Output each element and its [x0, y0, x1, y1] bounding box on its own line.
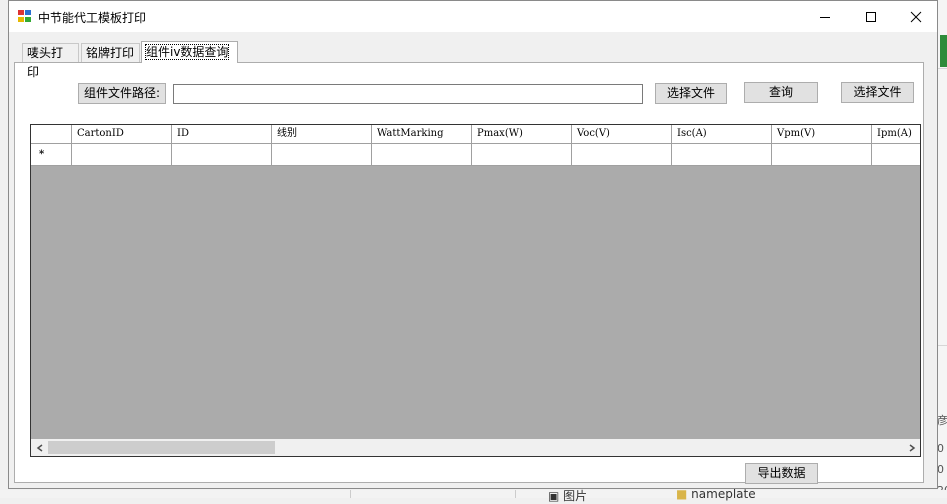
table-cell[interactable] — [172, 144, 272, 166]
column-header[interactable]: Vpm(V) — [772, 125, 872, 144]
scroll-right-button[interactable] — [903, 439, 920, 456]
grid-header: CartonID ID 线别 WattMarking Pmax(W) Voc(V… — [31, 125, 920, 144]
column-header[interactable]: Ipm(A) — [872, 125, 920, 144]
background-divider — [515, 490, 516, 498]
iv-data-grid[interactable]: CartonID ID 线别 WattMarking Pmax(W) Voc(V… — [30, 124, 921, 457]
row-header-corner — [31, 125, 72, 144]
file-path-input[interactable] — [173, 84, 643, 104]
app-icon — [18, 10, 32, 23]
background-folder-item: ■ nameplate — [676, 487, 756, 501]
column-header[interactable]: WattMarking — [372, 125, 472, 144]
horizontal-scrollbar[interactable] — [31, 439, 920, 456]
table-row-new[interactable]: * — [31, 144, 920, 166]
background-green-bar — [940, 35, 947, 67]
maximize-icon — [866, 11, 876, 22]
window-title: 中节能代工模板打印 — [38, 11, 147, 25]
export-data-button[interactable]: 导出数据 — [745, 463, 818, 484]
table-cell[interactable] — [572, 144, 672, 166]
column-header[interactable]: Isc(A) — [672, 125, 772, 144]
column-header[interactable]: 线别 — [272, 125, 372, 144]
query-button[interactable]: 查询 — [744, 82, 818, 103]
new-row-marker: * — [31, 144, 72, 166]
background-text: 彦 — [937, 414, 947, 427]
chevron-left-icon — [36, 443, 42, 452]
tab-shipping-mark[interactable]: 唛头打印 — [22, 43, 79, 79]
column-header[interactable]: ID — [172, 125, 272, 144]
table-cell[interactable] — [372, 144, 472, 166]
tab-label: 铭牌打印 — [86, 46, 135, 60]
scroll-thumb[interactable] — [48, 441, 275, 454]
background-text: 0 — [937, 463, 944, 476]
background-explorer-strip: ▣ 图片 ■ nameplate — [0, 487, 947, 503]
close-icon — [910, 11, 922, 22]
column-header[interactable]: Pmax(W) — [472, 125, 572, 144]
table-cell[interactable] — [72, 144, 172, 166]
tab-label: 组件iv数据查询 — [144, 44, 230, 60]
background-divider — [938, 345, 947, 346]
background-divider — [938, 68, 947, 69]
background-text: 0 — [937, 442, 944, 455]
maximize-button[interactable] — [848, 1, 894, 32]
title-bar[interactable]: 中节能代工模板打印 — [9, 1, 937, 32]
tab-nameplate[interactable]: 铭牌打印 — [81, 43, 140, 62]
column-header[interactable]: Voc(V) — [572, 125, 672, 144]
minimize-icon — [820, 16, 830, 18]
table-cell[interactable] — [872, 144, 920, 166]
path-label: 组件文件路径: — [78, 83, 166, 104]
background-divider — [350, 490, 351, 498]
table-cell[interactable] — [272, 144, 372, 166]
table-cell[interactable] — [672, 144, 772, 166]
close-button[interactable] — [893, 1, 939, 32]
background-folder-item: ▣ 图片 — [548, 489, 588, 503]
choose-file-button-2[interactable]: 选择文件 — [841, 82, 914, 103]
table-cell[interactable] — [472, 144, 572, 166]
chevron-right-icon — [909, 443, 915, 452]
scroll-left-button[interactable] — [31, 439, 48, 456]
choose-file-button[interactable]: 选择文件 — [655, 83, 727, 104]
minimize-button[interactable] — [802, 1, 848, 32]
column-header[interactable]: CartonID — [72, 125, 172, 144]
table-cell[interactable] — [772, 144, 872, 166]
tab-iv-data-query[interactable]: 组件iv数据查询 — [141, 41, 238, 63]
